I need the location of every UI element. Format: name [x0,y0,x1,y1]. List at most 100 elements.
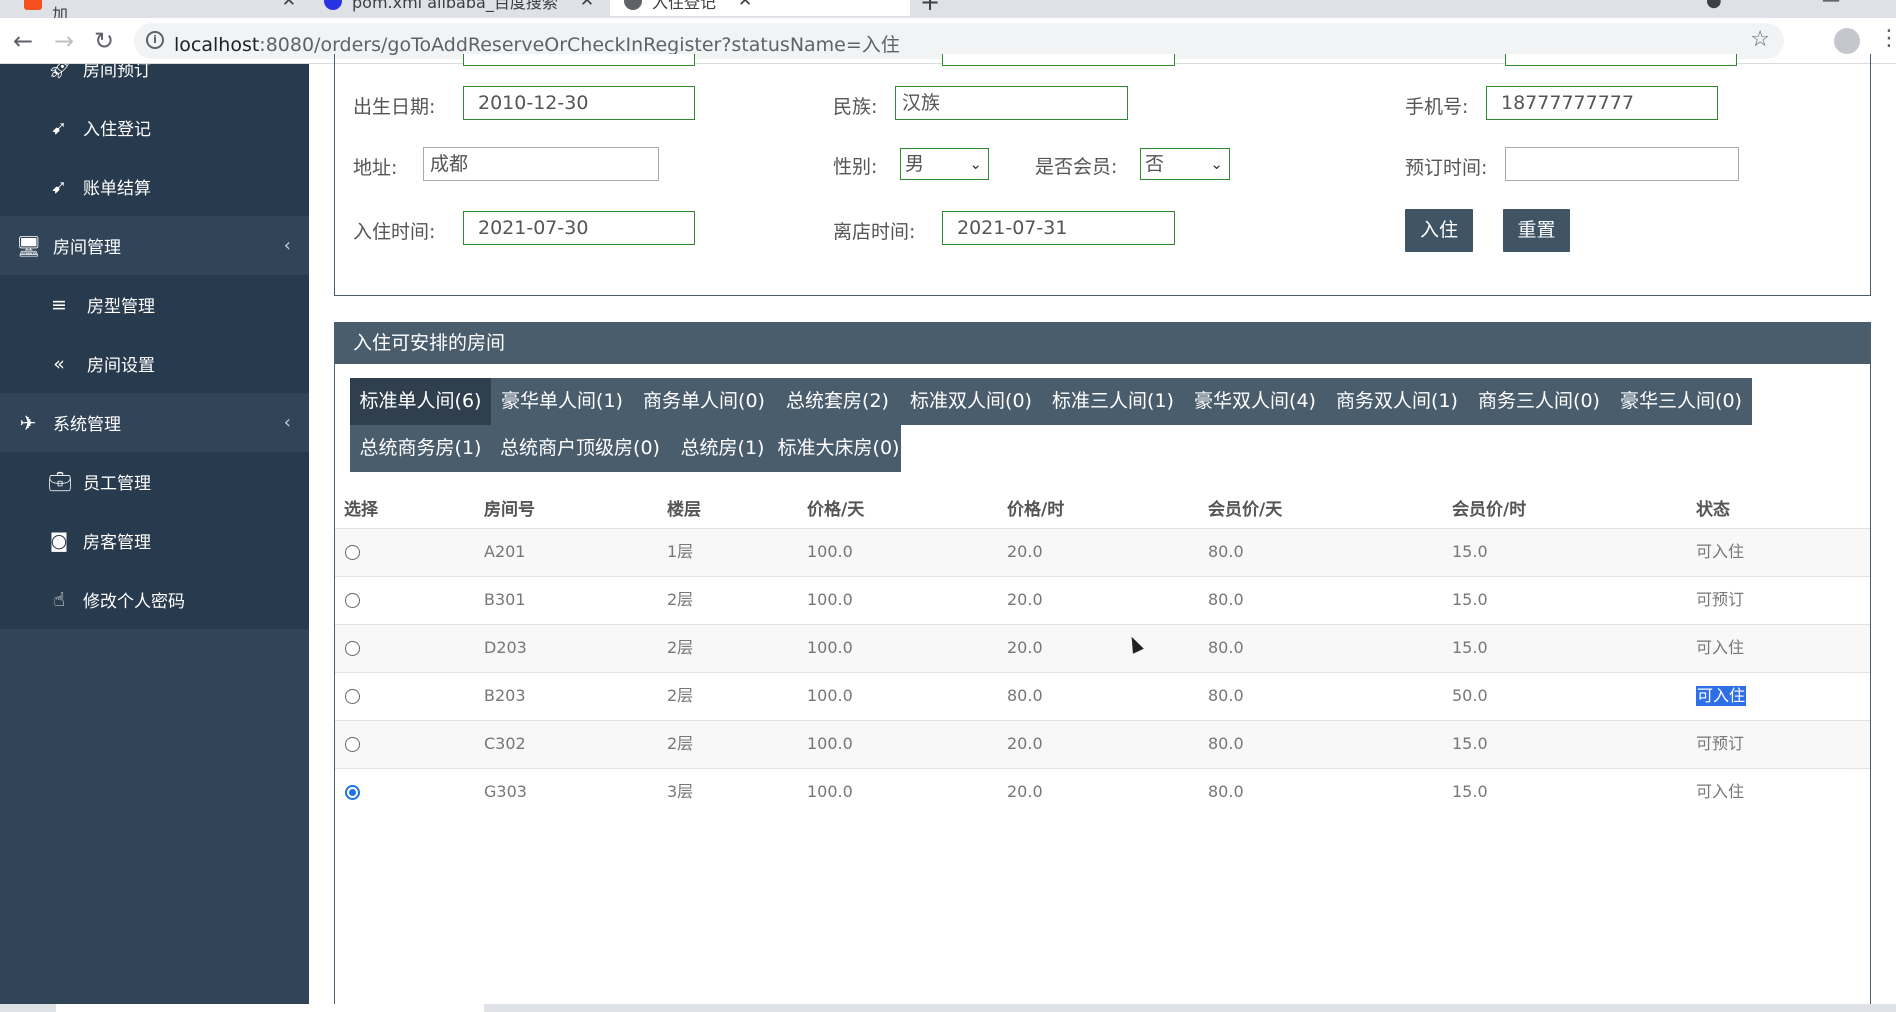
room-number-cell: B301 [484,590,526,609]
room-type-tab[interactable]: 总统套房(2) [775,378,900,425]
room-type-tab[interactable]: 商务三人间(0) [1468,378,1610,425]
room-select-radio[interactable] [345,641,360,656]
tab-search-icon[interactable]: ● [1706,0,1722,11]
birth-date-input[interactable]: 2010-12-30 [463,86,695,120]
room-number-cell: D203 [484,638,527,657]
birth-date-label: 出生日期: [353,96,436,118]
address-input[interactable]: 成都 [423,147,659,181]
close-icon[interactable]: ✕ [282,0,296,11]
table-row[interactable]: D203 2层 100.0 20.0 80.0 15.0 可入住 [335,624,1870,672]
sidebar-item-label: 房客管理 [83,533,151,553]
available-rooms-header: 入住可安排的房间 [335,323,1870,364]
price-day-cell: 100.0 [807,782,853,801]
table-row[interactable]: A201 1层 100.0 20.0 80.0 15.0 可入住 [335,528,1870,576]
member-price-hour-cell: 15.0 [1452,542,1488,561]
floor-cell: 2层 [667,734,694,753]
chevron-down-icon: ⌄ [1210,155,1223,173]
room-select-radio-checked[interactable] [345,785,360,800]
bottom-scrollbar[interactable] [0,1004,1896,1012]
sidebar-item-system-management[interactable]: ✈︎ 系统管理 ‹ [0,393,309,452]
table-row[interactable]: G303 3层 100.0 20.0 80.0 15.0 可入住 [335,768,1870,816]
room-type-tab[interactable]: 豪华三人间(0) [1610,378,1752,425]
sidebar-item-label: 员工管理 [83,474,151,494]
close-icon[interactable]: ✕ [580,0,594,11]
room-type-tab[interactable]: 总统商务房(1) [350,425,491,472]
room-type-tab[interactable]: 豪华双人间(4) [1184,378,1326,425]
forward-arrow-icon[interactable]: → [48,25,80,57]
sidebar-item-checkin-register[interactable]: ➹ 入住登记 [0,98,309,157]
new-tab-icon[interactable]: + [920,0,940,16]
member-select[interactable]: 否 ⌄ [1140,148,1230,180]
back-arrow-icon[interactable]: ← [7,25,39,57]
reserve-time-input[interactable] [1505,147,1739,181]
hidden-field-3[interactable] [1505,54,1737,66]
globe-favicon-icon [624,0,642,10]
room-type-tab[interactable]: 标准三人间(1) [1042,378,1184,425]
site-info-icon[interactable]: i [146,31,164,49]
scrollbar-thumb[interactable] [56,1004,484,1012]
hidden-field-1[interactable] [463,54,695,66]
reload-icon[interactable]: ↻ [88,25,120,57]
browser-tab-2[interactable]: pom.xml alibaba_百度搜索 ✕ [310,0,610,16]
member-price-hour-cell: 15.0 [1452,734,1488,753]
baidu-favicon-icon [324,0,342,10]
room-select-radio[interactable] [345,545,360,560]
member-price-hour-cell: 15.0 [1452,638,1488,657]
checkin-submit-button[interactable]: 入住 [1405,209,1473,252]
sidebar-item-room-settings[interactable]: « 房间设置 [0,334,309,393]
checkout-time-input[interactable]: 2021-07-31 [942,211,1175,245]
sidebar-item-room-type-management[interactable]: ≡ 房型管理 [0,275,309,334]
room-type-tab[interactable]: 商务双人间(1) [1326,378,1468,425]
minimize-icon[interactable]: — [1822,0,1840,11]
sidebar-item-change-password[interactable]: ☝︎ 修改个人密码 [0,570,309,629]
room-type-tab[interactable]: 标准单人间(6) [350,378,491,425]
floor-cell: 2层 [667,686,694,705]
close-icon[interactable]: ✕ [738,0,752,11]
browser-menu-icon[interactable]: ⋮ [1878,26,1896,51]
gender-select[interactable]: 男 ⌄ [900,148,989,180]
checkin-time-input[interactable]: 2021-07-30 [463,211,695,245]
room-type-tab[interactable]: 标准大床房(0) [776,425,901,472]
sidebar-item-label: 房间管理 [53,238,121,258]
browser-tab-3[interactable]: 入住登记 ✕ [610,0,910,16]
reset-button[interactable]: 重置 [1503,209,1570,252]
sidebar-item-label: 系统管理 [53,415,121,435]
room-select-radio[interactable] [345,689,360,704]
bookmark-star-icon[interactable]: ☆ [1750,27,1770,52]
sidebar-item-bill-settlement[interactable]: ➹ 账单结算 [0,157,309,216]
profile-avatar-icon[interactable] [1834,28,1860,54]
browser-tab-title: 在线名国升始诉、酷片生源加 [51,5,68,18]
sidebar-item-staff-management[interactable]: 💼︎ 员工管理 [0,452,309,511]
phone-input[interactable]: 18777777777 [1486,86,1718,120]
room-type-tab[interactable]: 豪华单人间(1) [491,378,633,425]
member-label: 是否会员: [1035,156,1118,178]
rocket-icon: ➹ [51,175,67,198]
room-number-cell: G303 [484,782,527,801]
checkin-time-label: 入住时间: [353,221,436,243]
ethnicity-input[interactable]: 汉族 [895,86,1128,120]
status-cell: 可入住 [1696,782,1745,801]
checkin-form-panel: 出生日期: 2010-12-30 民族: 汉族 手机号: 18777777777… [334,54,1871,296]
room-type-tab[interactable]: 标准双人间(0) [900,378,1042,425]
room-select-radio[interactable] [345,737,360,752]
room-type-tab[interactable]: 总统房(1) [669,425,776,472]
table-row[interactable]: C302 2层 100.0 20.0 80.0 15.0 可预订 [335,720,1870,768]
browser-tab-title: pom.xml alibaba_百度搜索 [352,0,558,12]
chevron-left-icon: ‹ [283,235,291,256]
table-row[interactable]: B301 2层 100.0 20.0 80.0 15.0 可预订 [335,576,1870,624]
price-hour-cell: 20.0 [1007,590,1043,609]
room-type-tab[interactable]: 总统商户顶级房(0) [491,425,669,472]
room-type-tab[interactable]: 商务单人间(0) [633,378,775,425]
sidebar-item-room-reserve[interactable]: 🚀︎ 房间预订 [0,64,309,98]
sidebar-item-guest-management[interactable]: ◙ 房客管理 [0,511,309,570]
browser-tab-title: 入住登记 [652,0,717,12]
sidebar-item-room-management[interactable]: 🖥︎ 房间管理 ‹ [0,216,309,275]
table-row[interactable]: B203 2层 100.0 80.0 80.0 50.0 可入住 [335,672,1870,720]
browser-tab-1[interactable]: 在线名国升始诉、酷片生源加 ✕ [10,0,310,18]
column-header-floor: 楼层 [667,500,701,520]
room-select-radio[interactable] [345,593,360,608]
address-url[interactable]: localhost:8080/orders/goToAddReserveOrCh… [174,30,900,57]
paper-plane-icon: ✈︎ [19,410,37,435]
hidden-field-2[interactable] [942,54,1175,66]
desktop-icon: 🖥︎ [16,233,42,258]
